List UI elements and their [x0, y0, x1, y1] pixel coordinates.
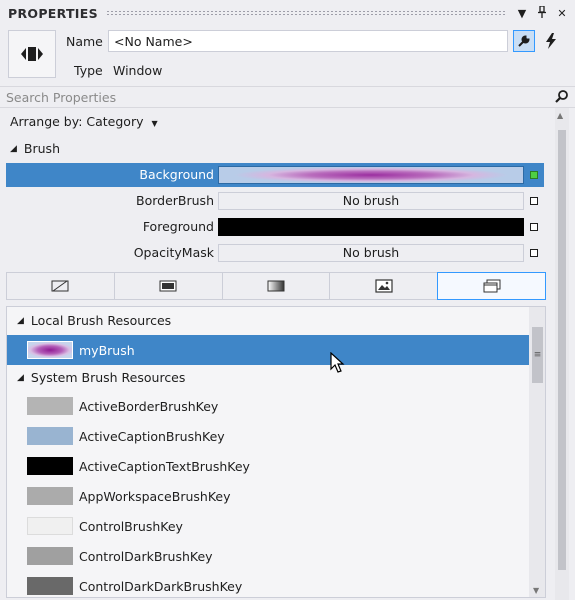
- property-name: BorderBrush: [136, 193, 214, 208]
- close-icon[interactable]: ✕: [555, 7, 569, 20]
- advanced-options-marker[interactable]: [530, 171, 538, 179]
- brush-swatch: [27, 341, 73, 359]
- panel-title: PROPERTIES: [8, 5, 98, 21]
- null-brush-icon: [51, 280, 69, 292]
- property-row-opacitymask[interactable]: OpacityMask No brush: [6, 241, 544, 265]
- collapse-triangle-icon: ◢: [17, 315, 24, 326]
- pin-icon[interactable]: [535, 4, 549, 21]
- collapse-triangle-icon: ◢: [10, 143, 17, 154]
- dropdown-arrow-icon[interactable]: ▼: [515, 7, 529, 20]
- type-value: Window: [113, 63, 163, 78]
- lightning-icon: [546, 33, 556, 49]
- property-value[interactable]: No brush: [218, 244, 524, 262]
- search-input[interactable]: [0, 87, 545, 107]
- list-item[interactable]: ActiveCaptionTextBrushKey: [7, 451, 530, 481]
- list-item[interactable]: ControlDarkDarkBrushKey: [7, 571, 530, 597]
- arrange-by-dropdown[interactable]: Arrange by: Category ▼: [10, 114, 158, 129]
- advanced-options-marker[interactable]: [530, 223, 538, 231]
- scroll-down-icon[interactable]: ▼: [533, 586, 539, 595]
- brush-swatch: [27, 487, 73, 505]
- brush-type-tabs: [6, 272, 546, 300]
- list-item[interactable]: ActiveBorderBrushKey: [7, 391, 530, 421]
- brush-swatch: [27, 397, 73, 415]
- brush-resources-icon: [483, 279, 501, 293]
- brush-swatch: [27, 577, 73, 595]
- image-brush-icon: [375, 279, 393, 293]
- property-row-background[interactable]: Background: [6, 163, 544, 187]
- brush-section-header[interactable]: ◢ Brush: [10, 141, 60, 156]
- property-name: OpacityMask: [133, 245, 214, 260]
- brush-resources-tab[interactable]: [437, 272, 546, 300]
- brush-swatch: [27, 457, 73, 475]
- solid-brush-tab[interactable]: [113, 272, 222, 300]
- advanced-options-marker[interactable]: [530, 197, 538, 205]
- brush-swatch: [27, 427, 73, 445]
- system-resources-header[interactable]: ◢ System Brush Resources: [17, 370, 185, 385]
- list-item-label: ActiveBorderBrushKey: [79, 398, 219, 414]
- arrange-by-label: Arrange by: Category: [10, 114, 144, 129]
- properties-header: Name Type Window: [0, 26, 575, 84]
- element-type-icon: [8, 30, 56, 78]
- wrench-icon: [518, 35, 530, 47]
- mouse-pointer-icon: [330, 351, 346, 377]
- system-resources-label: System Brush Resources: [30, 370, 186, 385]
- list-item-label: ActiveCaptionBrushKey: [79, 428, 225, 444]
- tile-brush-tab[interactable]: [329, 272, 438, 300]
- scroll-up-icon[interactable]: ▲: [557, 111, 563, 120]
- property-name: Background: [139, 167, 214, 182]
- list-item[interactable]: ControlBrushKey: [7, 511, 530, 541]
- property-row-foreground[interactable]: Foreground: [6, 215, 544, 239]
- scroll-thumb[interactable]: ≡: [532, 327, 543, 383]
- list-item[interactable]: ControlDarkBrushKey: [7, 541, 530, 571]
- search-icon[interactable]: [555, 89, 569, 106]
- local-resources-label: Local Brush Resources: [30, 313, 172, 328]
- chevron-down-icon: ▼: [151, 119, 158, 128]
- gradient-brush-icon: [267, 280, 285, 292]
- drag-grip[interactable]: [105, 10, 507, 16]
- property-name: Foreground: [142, 219, 214, 234]
- brush-resources-list: ◢ Local Brush Resources myBrush ◢ System…: [6, 306, 546, 598]
- local-resources-header[interactable]: ◢ Local Brush Resources: [17, 313, 171, 328]
- null-brush-tab[interactable]: [6, 272, 114, 300]
- solid-brush-icon: [159, 280, 177, 292]
- brush-section-label: Brush: [23, 141, 60, 156]
- collapse-triangle-icon: ◢: [17, 372, 24, 383]
- brush-swatch: [27, 517, 73, 535]
- list-item-label: myBrush: [79, 342, 135, 358]
- properties-scrollbar[interactable]: ▲: [555, 108, 569, 600]
- gradient-brush-tab[interactable]: [221, 272, 330, 300]
- background-brush-preview[interactable]: [218, 166, 524, 184]
- resources-scrollbar[interactable]: ≡ ▼: [529, 307, 545, 597]
- list-item-label: ControlBrushKey: [79, 518, 183, 534]
- scroll-thumb[interactable]: [558, 130, 566, 570]
- name-label: Name: [66, 34, 103, 49]
- list-item-label: ControlDarkBrushKey: [79, 548, 213, 564]
- list-item[interactable]: AppWorkspaceBrushKey: [7, 481, 530, 511]
- list-item[interactable]: ActiveCaptionBrushKey: [7, 421, 530, 451]
- property-row-borderbrush[interactable]: BorderBrush No brush: [6, 189, 544, 213]
- search-bar: [0, 86, 575, 108]
- events-tab-button[interactable]: [540, 30, 562, 52]
- panel-titlebar: PROPERTIES ▼ ✕: [0, 0, 575, 26]
- properties-tab-button[interactable]: [513, 30, 535, 52]
- brush-swatch: [27, 547, 73, 565]
- list-item-label: ActiveCaptionTextBrushKey: [79, 458, 250, 474]
- list-item-mybrush[interactable]: myBrush: [7, 335, 530, 365]
- list-item-label: ControlDarkDarkBrushKey: [79, 578, 243, 594]
- property-value[interactable]: No brush: [218, 192, 524, 210]
- type-label: Type: [74, 63, 103, 78]
- advanced-options-marker[interactable]: [530, 249, 538, 257]
- name-field[interactable]: [108, 30, 508, 52]
- foreground-color-swatch[interactable]: [218, 218, 524, 236]
- list-item-label: AppWorkspaceBrushKey: [79, 488, 231, 504]
